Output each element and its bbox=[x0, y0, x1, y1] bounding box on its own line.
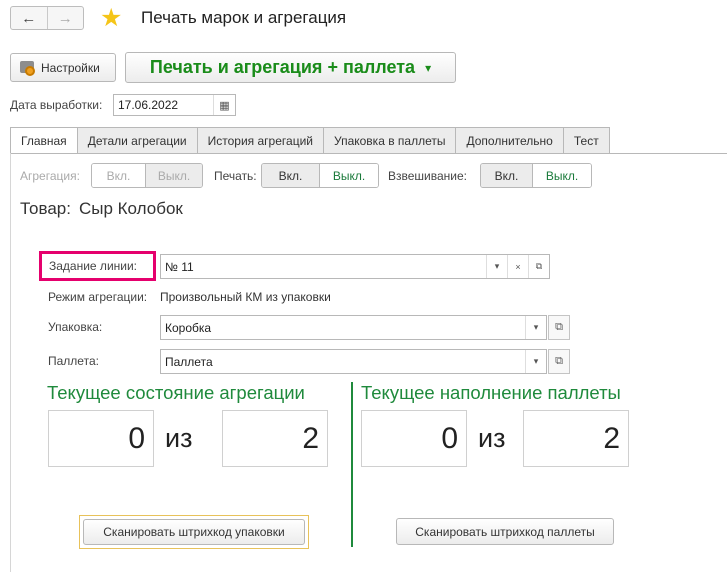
package-label: Упаковка: bbox=[48, 320, 103, 334]
window-title: Печать марок и агрегация bbox=[141, 8, 347, 27]
weighing-toggle: Вкл. Выкл. bbox=[480, 163, 592, 188]
clear-icon[interactable]: × bbox=[507, 255, 528, 278]
print-and-aggregate-button[interactable]: Печать и агрегация + паллета ▾ bbox=[125, 52, 456, 83]
chevron-down-icon: ▾ bbox=[425, 60, 432, 75]
aggregation-type-label: Режим агрегации: bbox=[48, 290, 148, 304]
panel-border bbox=[10, 153, 11, 572]
tab-test[interactable]: Тест bbox=[563, 127, 610, 154]
pallet-field[interactable]: Паллета ▾ bbox=[160, 349, 547, 374]
line-task-label: Задание линии: bbox=[49, 259, 138, 273]
production-date-label: Дата выработки: bbox=[10, 98, 103, 112]
pallet-open-button[interactable]: ⧉ bbox=[548, 349, 570, 374]
product-line: Товар: Сыр Колобок bbox=[20, 199, 191, 219]
pallet-of-label: из bbox=[478, 423, 506, 453]
weighing-mode-label: Взвешивание: bbox=[388, 169, 468, 183]
scan-package-focus-frame: Сканировать штрихкод упаковки bbox=[79, 515, 309, 549]
aggregation-off-button[interactable]: Выкл. bbox=[146, 164, 202, 187]
forward-button[interactable]: → bbox=[46, 7, 84, 29]
print-toggle: Вкл. Выкл. bbox=[261, 163, 379, 188]
pallet-state-title: Текущее наполнение паллеты bbox=[361, 382, 621, 403]
print-mode-label: Печать: bbox=[214, 169, 257, 183]
scan-pallet-barcode-button[interactable]: Сканировать штрихкод паллеты bbox=[396, 518, 614, 545]
print-off-button[interactable]: Выкл. bbox=[320, 164, 378, 187]
arrow-right-icon: → bbox=[57, 9, 73, 27]
pallet-total-count: 2 bbox=[523, 410, 629, 467]
chevron-down-icon[interactable]: ▾ bbox=[525, 350, 546, 373]
aggregation-type-value: Произвольный КМ из упаковки bbox=[160, 290, 331, 304]
calendar-icon[interactable]: ▦ bbox=[213, 95, 235, 115]
arrow-left-icon: ← bbox=[21, 9, 37, 27]
product-name: Сыр Колобок bbox=[78, 199, 183, 218]
tab-bar: Главная Детали агрегации История агрегац… bbox=[10, 127, 610, 154]
open-icon: ⧉ bbox=[555, 321, 563, 333]
tab-pallet-packing[interactable]: Упаковка в паллеты bbox=[323, 127, 457, 154]
production-date-value: 17.06.2022 bbox=[118, 98, 179, 112]
package-value: Коробка bbox=[165, 320, 212, 335]
settings-button-label: Настройки bbox=[41, 60, 100, 75]
line-task-value: № 11 bbox=[165, 259, 194, 274]
settings-gear-icon bbox=[19, 60, 35, 76]
line-task-label-highlight: Задание линии: bbox=[39, 251, 156, 281]
aggregation-mode-label: Агрегация: bbox=[20, 169, 80, 183]
aggregation-of-label: из bbox=[165, 423, 193, 453]
tab-main[interactable]: Главная bbox=[10, 127, 78, 154]
settings-button[interactable]: Настройки bbox=[10, 53, 116, 82]
favorite-star-icon[interactable]: ★ bbox=[100, 3, 122, 33]
tab-divider bbox=[10, 153, 727, 154]
tab-aggregation-history[interactable]: История агрегаций bbox=[197, 127, 324, 154]
print-button-label: Печать и агрегация + паллета bbox=[149, 57, 416, 77]
navigation-buttons: ← → bbox=[10, 6, 84, 30]
aggregation-toggle: Вкл. Выкл. bbox=[91, 163, 203, 188]
aggregation-on-button[interactable]: Вкл. bbox=[92, 164, 146, 187]
pallet-current-count: 0 bbox=[361, 410, 467, 467]
section-divider bbox=[351, 382, 353, 547]
aggregation-total-count: 2 bbox=[222, 410, 328, 467]
open-icon[interactable]: ⧉ bbox=[528, 255, 549, 278]
print-on-button[interactable]: Вкл. bbox=[262, 164, 320, 187]
chevron-down-icon[interactable]: ▾ bbox=[486, 255, 507, 278]
line-task-field[interactable]: № 11 ▾ × ⧉ bbox=[160, 254, 550, 279]
production-date-field[interactable]: 17.06.2022 ▦ bbox=[113, 94, 236, 116]
product-label: Товар: bbox=[20, 199, 71, 218]
tab-additional[interactable]: Дополнительно bbox=[456, 127, 564, 154]
aggregation-current-count: 0 bbox=[48, 410, 154, 467]
aggregation-state-title: Текущее состояние агрегации bbox=[47, 382, 305, 403]
back-button[interactable]: ← bbox=[11, 7, 47, 29]
pallet-value: Паллета bbox=[165, 354, 213, 369]
package-open-button[interactable]: ⧉ bbox=[548, 315, 570, 340]
pallet-label: Паллета: bbox=[48, 354, 99, 368]
chevron-down-icon[interactable]: ▾ bbox=[525, 316, 546, 339]
tab-aggregation-details[interactable]: Детали агрегации bbox=[77, 127, 198, 154]
package-field[interactable]: Коробка ▾ bbox=[160, 315, 547, 340]
scan-package-barcode-button[interactable]: Сканировать штрихкод упаковки bbox=[83, 519, 305, 545]
weighing-off-button[interactable]: Выкл. bbox=[533, 164, 591, 187]
weighing-on-button[interactable]: Вкл. bbox=[481, 164, 533, 187]
open-icon: ⧉ bbox=[555, 355, 563, 367]
